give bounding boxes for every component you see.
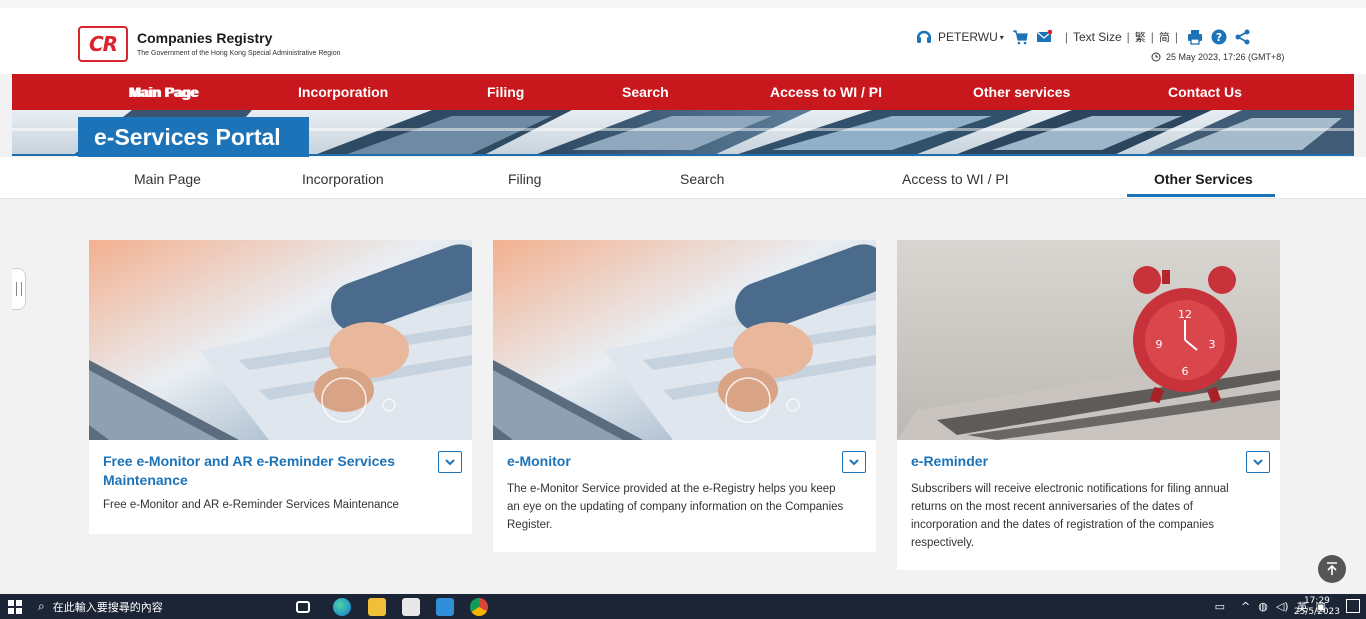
print-button[interactable] — [1187, 29, 1203, 45]
expand-button[interactable] — [1246, 451, 1270, 473]
card-title[interactable]: e-Reminder — [911, 452, 1221, 471]
search-icon: ⌕ — [38, 599, 45, 613]
help-button[interactable]: ? — [1211, 29, 1227, 45]
divider: | — [1174, 30, 1178, 44]
expand-button[interactable] — [842, 451, 866, 473]
chevron-down-icon — [849, 458, 859, 465]
windows-start-button[interactable] — [8, 600, 22, 614]
card-title[interactable]: Free e-Monitor and AR e-Reminder Service… — [103, 452, 413, 490]
portal-title: e-Services Portal — [78, 117, 309, 157]
svg-text:9: 9 — [1156, 338, 1163, 351]
lang-traditional-link[interactable]: 繁 — [1135, 29, 1146, 45]
svg-text:?: ? — [1216, 31, 1222, 44]
chevron-up-icon[interactable]: ^ — [1241, 600, 1250, 613]
header-tools: PETERWU ▾ | Text Size | 繁 | 简 | ? — [916, 26, 1259, 48]
inbox-button[interactable] — [1036, 29, 1052, 45]
service-card-e-monitor[interactable]: e-Monitor The e-Monitor Service provided… — [493, 240, 876, 552]
card-description: Subscribers will receive electronic noti… — [911, 483, 1229, 549]
main-nav-filing[interactable]: Filing — [487, 84, 524, 100]
top-header: CR Companies Registry The Government of … — [0, 0, 1366, 74]
svg-text:6: 6 — [1182, 365, 1189, 378]
volume-icon[interactable]: ◁) — [1276, 600, 1289, 613]
clock-icon — [1151, 52, 1161, 62]
chevron-down-icon: ▾ — [999, 32, 1004, 42]
logo-text: CR — [88, 32, 118, 56]
text-size-button[interactable]: Text Size — [1073, 30, 1122, 44]
svg-text:12: 12 — [1178, 308, 1192, 321]
edge-icon[interactable] — [333, 598, 351, 616]
cart-button[interactable] — [1012, 29, 1028, 45]
os-taskbar: ⌕ 在此輸入要搜尋的內容 ▭ ^ ◍ ◁) 英 ▣ 17:29 25/5/202… — [0, 594, 1366, 619]
share-button[interactable] — [1235, 29, 1251, 45]
main-nav-other-services[interactable]: Other services — [973, 84, 1070, 100]
mail-app-icon[interactable] — [436, 598, 454, 616]
taskbar-search[interactable]: ⌕ 在此輸入要搜尋的內容 — [38, 594, 288, 619]
network-icon[interactable]: ◍ — [1258, 600, 1268, 613]
taskbar-date: 25/5/2023 — [1293, 607, 1340, 617]
date-time-text: 25 May 2023, 17:26 (GMT+8) — [1166, 52, 1285, 62]
headset-icon — [916, 30, 932, 43]
card-image-alarm-clock: 12 3 9 6 — [897, 240, 1280, 440]
grip-icon — [15, 282, 22, 296]
notification-icon[interactable] — [1346, 599, 1360, 613]
expand-button[interactable] — [438, 451, 462, 473]
chevron-down-icon — [445, 458, 455, 465]
user-menu[interactable]: PETERWU ▾ — [916, 29, 1004, 45]
org-subtitle: The Government of the Hong Kong Special … — [137, 50, 341, 57]
main-nav-search[interactable]: Search — [622, 84, 669, 100]
mail-icon — [1036, 29, 1052, 42]
task-view-icon[interactable] — [296, 601, 310, 613]
service-card-maintenance[interactable]: Free e-Monitor and AR e-Reminder Service… — [89, 240, 472, 534]
arrow-up-icon — [1327, 562, 1337, 575]
print-icon — [1188, 30, 1202, 45]
user-name: PETERWU — [938, 30, 998, 44]
card-image-laptop-calendar — [89, 240, 472, 440]
sub-nav-filing[interactable]: Filing — [508, 171, 541, 187]
main-nav-main-page[interactable]: Main Page — [130, 84, 199, 100]
file-explorer-icon[interactable] — [368, 598, 386, 616]
sub-nav-other-services[interactable]: Other Services — [1154, 171, 1253, 187]
side-panel-handle[interactable] — [12, 268, 26, 310]
cr-logo[interactable]: CR — [78, 26, 128, 62]
taskbar-time: 17:29 — [1303, 596, 1330, 606]
card-image-laptop-calendar — [493, 240, 876, 440]
service-card-e-reminder[interactable]: 12 3 9 6 e-Reminder Subscribers will rec… — [897, 240, 1280, 570]
svg-text:3: 3 — [1209, 338, 1216, 351]
active-tab-indicator — [1127, 194, 1275, 197]
back-to-top-button[interactable] — [1318, 555, 1346, 583]
divider: | — [1126, 30, 1130, 44]
card-title[interactable]: e-Monitor — [507, 452, 817, 471]
lang-simplified-link[interactable]: 简 — [1159, 29, 1170, 45]
share-icon — [1235, 29, 1250, 45]
sub-nav-main-page[interactable]: Main Page — [134, 171, 201, 187]
chevron-down-icon — [1253, 458, 1263, 465]
sub-nav-search[interactable]: Search — [680, 171, 724, 187]
chrome-icon[interactable] — [470, 598, 488, 616]
keyboard-icon[interactable]: ▭ — [1215, 600, 1225, 613]
divider: | — [1150, 30, 1154, 44]
main-nav-incorporation[interactable]: Incorporation — [298, 84, 388, 100]
store-icon[interactable] — [402, 598, 420, 616]
card-description: The e-Monitor Service provided at the e-… — [507, 483, 844, 531]
main-nav-items: Main Page Incorporation Filing Search Ac… — [0, 74, 1366, 110]
sub-nav-access-wi-pi[interactable]: Access to WI / PI — [902, 171, 1009, 187]
taskbar-search-placeholder: 在此輸入要搜尋的內容 — [52, 600, 163, 614]
card-description: Free e-Monitor and AR e-Reminder Service… — [103, 499, 399, 511]
cart-icon — [1012, 30, 1028, 45]
sub-nav-incorporation[interactable]: Incorporation — [302, 171, 384, 187]
main-nav-contact-us[interactable]: Contact Us — [1168, 84, 1242, 100]
taskbar-clock[interactable]: 17:29 25/5/2023 — [1294, 596, 1340, 618]
help-icon: ? — [1211, 29, 1227, 45]
main-nav-access-wi-pi[interactable]: Access to WI / PI — [770, 84, 882, 100]
sub-nav: Main Page Incorporation Filing Search Ac… — [0, 157, 1366, 199]
org-name: Companies Registry — [137, 30, 273, 46]
divider: | — [1064, 30, 1068, 44]
date-time-display: 25 May 2023, 17:26 (GMT+8) — [1151, 52, 1284, 62]
